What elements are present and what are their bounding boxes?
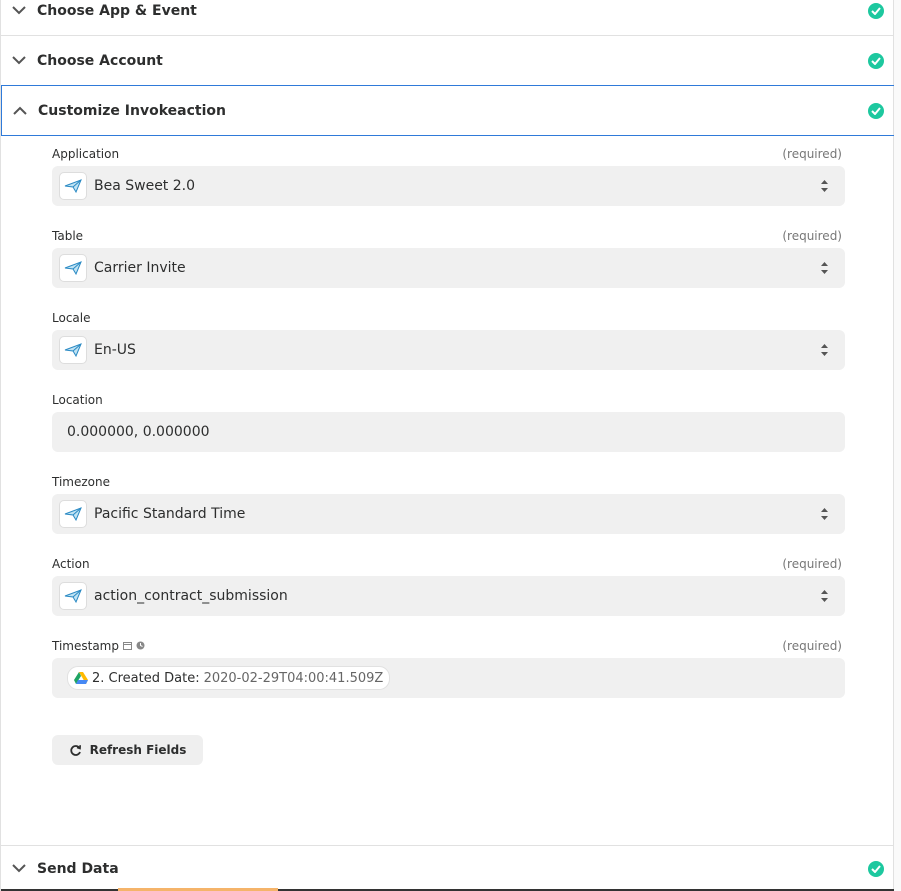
check-icon xyxy=(868,52,884,69)
refresh-label: Refresh Fields xyxy=(89,743,187,757)
application-select[interactable]: Bea Sweet 2.0 xyxy=(52,166,845,206)
clock-icon xyxy=(136,639,145,653)
chevron-down-icon xyxy=(1,6,37,15)
timezone-select[interactable]: Pacific Standard Time xyxy=(52,494,845,534)
timezone-label: Timezone xyxy=(52,475,110,489)
paper-plane-icon xyxy=(59,336,87,364)
section-title: Choose App & Event xyxy=(37,2,197,19)
select-arrows-icon xyxy=(820,589,829,603)
action-select[interactable]: action_contract_submission xyxy=(52,576,845,616)
location-input[interactable]: 0.000000, 0.000000 xyxy=(52,412,845,452)
locale-select[interactable]: En-US xyxy=(52,330,845,370)
check-icon xyxy=(868,860,884,877)
refresh-fields-button[interactable]: Refresh Fields xyxy=(52,735,203,765)
location-label: Location xyxy=(52,393,103,407)
required-note: (required) xyxy=(782,229,842,243)
chevron-down-icon xyxy=(1,864,37,873)
section-customize[interactable]: Customize Invokeaction xyxy=(1,85,895,136)
application-label: Application xyxy=(52,147,120,161)
section-title: Send Data xyxy=(37,860,119,877)
paper-plane-icon xyxy=(59,582,87,610)
chevron-up-icon xyxy=(2,106,38,115)
locale-label: Locale xyxy=(52,311,91,325)
section-title: Choose Account xyxy=(37,52,163,69)
table-value: Carrier Invite xyxy=(94,260,186,276)
zap-step-panel: Choose App & Event Choose Account Custom… xyxy=(0,0,895,891)
section-send-data[interactable]: Send Data xyxy=(1,845,895,891)
select-arrows-icon xyxy=(820,179,829,193)
google-drive-icon xyxy=(74,672,88,684)
chevron-down-icon xyxy=(1,56,37,65)
required-note: (required) xyxy=(782,557,842,571)
check-icon xyxy=(868,2,884,19)
timestamp-input[interactable]: 2. Created Date: 2020-02-29T04:00:41.509… xyxy=(52,658,845,698)
pill-value: 2020-02-29T04:00:41.509Z xyxy=(203,670,384,686)
scrollbar-track[interactable] xyxy=(894,0,901,891)
section-choose-account[interactable]: Choose Account xyxy=(1,36,895,86)
required-note: (required) xyxy=(782,147,842,161)
paper-plane-icon xyxy=(59,172,87,200)
section-title: Customize Invokeaction xyxy=(38,102,226,119)
table-label: Table xyxy=(52,229,84,243)
timezone-value: Pacific Standard Time xyxy=(94,506,246,522)
locale-value: En-US xyxy=(94,342,136,358)
select-arrows-icon xyxy=(820,261,829,275)
select-arrows-icon xyxy=(820,507,829,521)
table-select[interactable]: Carrier Invite xyxy=(52,248,845,288)
pill-label: 2. Created Date: xyxy=(92,670,200,686)
application-value: Bea Sweet 2.0 xyxy=(94,178,196,194)
paper-plane-icon xyxy=(59,254,87,282)
action-value: action_contract_submission xyxy=(94,588,288,604)
check-icon xyxy=(868,102,884,119)
section-choose-app[interactable]: Choose App & Event xyxy=(1,0,895,36)
calendar-icon xyxy=(122,639,132,653)
timestamp-label: Timestamp xyxy=(52,639,119,653)
required-note: (required) xyxy=(782,639,842,653)
paper-plane-icon xyxy=(59,500,87,528)
refresh-icon xyxy=(69,744,82,757)
mapped-field-pill[interactable]: 2. Created Date: 2020-02-29T04:00:41.509… xyxy=(67,666,391,690)
location-value: 0.000000, 0.000000 xyxy=(67,424,210,440)
select-arrows-icon xyxy=(820,343,829,357)
timestamp-label-row: Timestamp xyxy=(52,639,145,653)
action-label: Action xyxy=(52,557,90,571)
